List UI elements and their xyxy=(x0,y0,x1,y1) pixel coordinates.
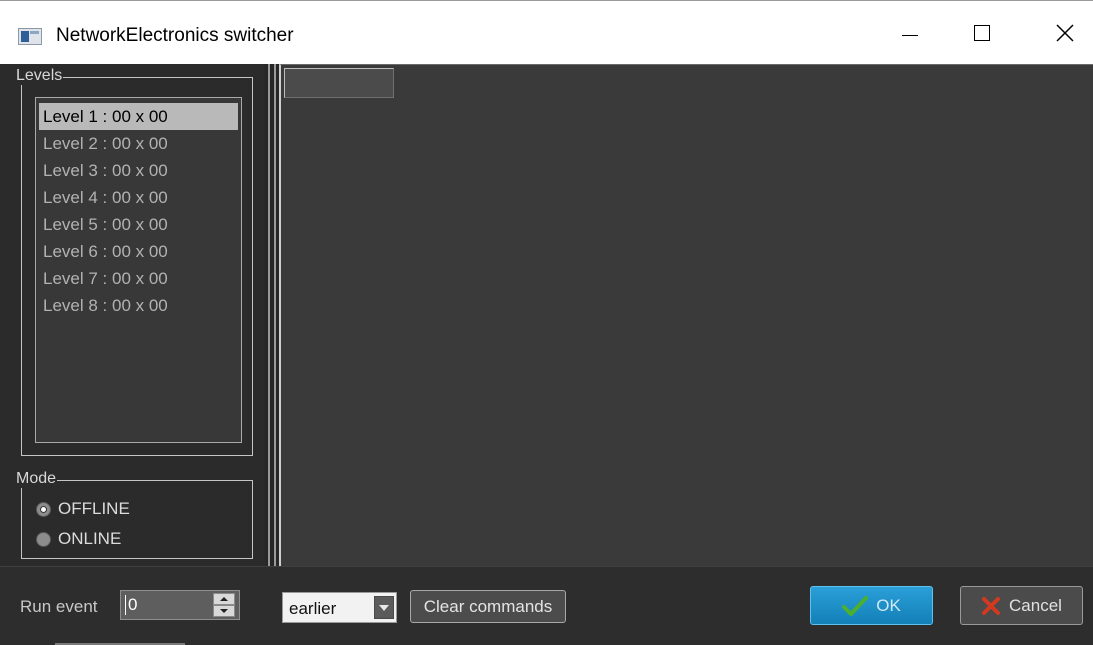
panel-splitter[interactable] xyxy=(265,64,279,566)
order-dropdown-value: earlier xyxy=(289,599,337,618)
clear-commands-button[interactable]: Clear commands xyxy=(410,590,566,623)
cancel-x-icon xyxy=(981,596,1001,616)
bottom-toolbar: Run event 0 earlier Clear commands OK Ca… xyxy=(0,566,1093,645)
routing-matrix-area[interactable] xyxy=(279,64,1093,566)
title-bar: NetworkElectronics switcher xyxy=(0,0,1093,64)
mode-online-option[interactable]: ONLINE xyxy=(36,527,121,551)
run-event-spinner[interactable]: 0 xyxy=(120,590,240,620)
maximize-button[interactable] xyxy=(954,9,1010,57)
cancel-label: Cancel xyxy=(1009,595,1062,615)
levels-list[interactable]: Level 1 : 00 x 00 Level 2 : 00 x 00 Leve… xyxy=(35,97,242,443)
offline-radio[interactable] xyxy=(36,501,51,517)
spin-up-button[interactable] xyxy=(213,593,235,605)
mode-offline-option[interactable]: OFFLINE xyxy=(36,497,130,521)
level-item-6[interactable]: Level 6 : 00 x 00 xyxy=(39,238,238,265)
run-event-label: Run event xyxy=(20,597,98,616)
level-item-8[interactable]: Level 8 : 00 x 00 xyxy=(39,292,238,319)
spin-down-icon xyxy=(220,609,228,613)
level-item-5[interactable]: Level 5 : 00 x 00 xyxy=(39,211,238,238)
minimize-icon xyxy=(902,34,918,36)
online-label: ONLINE xyxy=(58,529,122,548)
chevron-down-icon xyxy=(379,604,389,611)
online-radio[interactable] xyxy=(36,531,51,547)
minimize-button[interactable] xyxy=(882,9,938,57)
maximize-icon xyxy=(974,25,990,41)
app-window-icon xyxy=(18,28,42,45)
checkmark-icon xyxy=(842,595,869,617)
matrix-header-cell[interactable] xyxy=(284,68,394,98)
mode-group-title: Mode xyxy=(16,470,58,488)
spin-down-button[interactable] xyxy=(213,605,235,617)
level-item-7[interactable]: Level 7 : 00 x 00 xyxy=(39,265,238,292)
close-button[interactable] xyxy=(1037,9,1093,57)
spin-up-icon xyxy=(220,597,228,601)
ok-button[interactable]: OK xyxy=(810,586,933,625)
level-item-3[interactable]: Level 3 : 00 x 00 xyxy=(39,157,238,184)
level-item-4[interactable]: Level 4 : 00 x 00 xyxy=(39,184,238,211)
window-title: NetworkElectronics switcher xyxy=(56,25,294,46)
clear-commands-label: Clear commands xyxy=(423,596,553,616)
levels-group-title: Levels xyxy=(16,67,64,85)
close-icon xyxy=(1056,24,1074,42)
cancel-button[interactable]: Cancel xyxy=(960,586,1083,625)
level-item-2[interactable]: Level 2 : 00 x 00 xyxy=(39,130,238,157)
level-item-1[interactable]: Level 1 : 00 x 00 xyxy=(39,103,238,130)
run-event-value[interactable]: 0 xyxy=(125,595,137,615)
ok-label: OK xyxy=(876,595,901,615)
order-dropdown[interactable]: earlier xyxy=(282,592,397,623)
dropdown-arrow-button[interactable] xyxy=(374,596,394,619)
offline-label: OFFLINE xyxy=(58,499,130,518)
